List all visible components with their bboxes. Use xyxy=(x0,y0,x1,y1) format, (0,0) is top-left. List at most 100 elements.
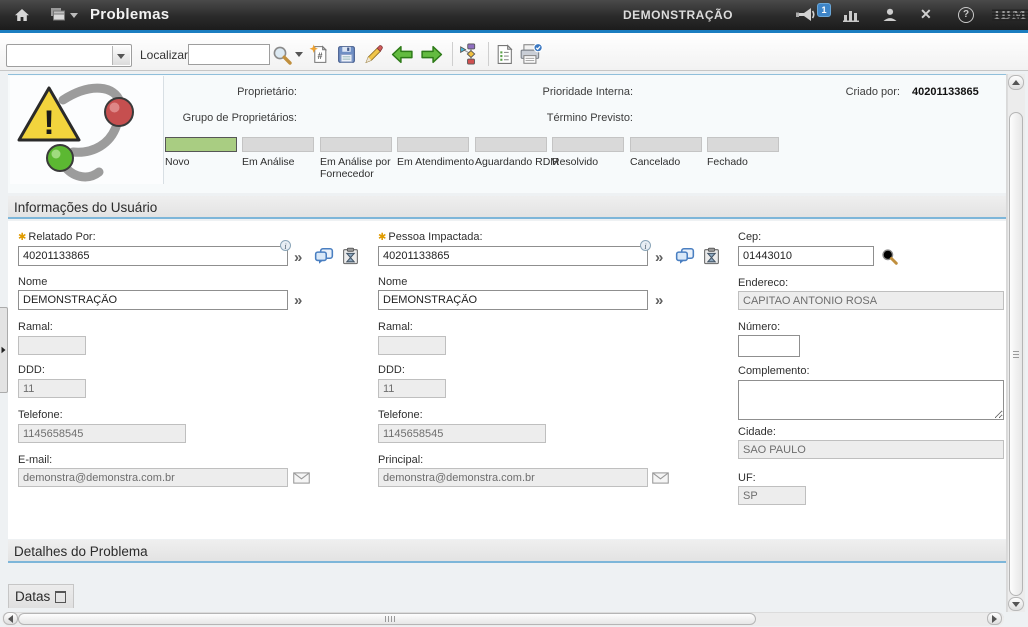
relatado-nome-input[interactable] xyxy=(18,290,288,310)
relatado-nome-label: Nome xyxy=(18,276,47,288)
workflow-stage-label: Fechado xyxy=(707,156,748,168)
current-user-label: DEMONSTRAÇÃO xyxy=(623,8,733,22)
comments-icon[interactable] xyxy=(314,247,334,270)
complemento-label: Complemento: xyxy=(738,365,810,377)
workflow-stage-box xyxy=(552,137,624,152)
notification-badge: 1 xyxy=(817,3,831,17)
home-icon[interactable] xyxy=(14,7,30,28)
workflow-stage-label: Aguardando RDM xyxy=(475,156,559,168)
titlebar: Problemas DEMONSTRAÇÃO 1 ✕ ? xyxy=(0,0,1028,30)
relatado-ramal-input[interactable] xyxy=(18,336,86,355)
relatado-por-detail-menu[interactable]: » xyxy=(294,250,302,265)
workflow-stage-label: Em Análise por Fornecedor xyxy=(320,156,394,180)
workflow-stage-box xyxy=(707,137,779,152)
ibm-logo: IBM xyxy=(994,6,1027,24)
search-caret-icon[interactable] xyxy=(295,52,303,57)
relatado-email-input[interactable] xyxy=(18,468,288,487)
svg-text:!: ! xyxy=(43,104,54,142)
relatado-ddd-label: DDD: xyxy=(18,364,45,376)
grupo-proprietarios-label: Grupo de Proprietários: xyxy=(150,112,297,124)
signout-close-icon[interactable]: ✕ xyxy=(920,7,932,21)
impactada-ramal-input[interactable] xyxy=(378,336,446,355)
impactada-telefone-input[interactable] xyxy=(378,424,546,443)
relatado-ddd-input[interactable] xyxy=(18,379,86,398)
status-graphic: ! xyxy=(10,76,164,184)
horizontal-scrollbar-thumb[interactable] xyxy=(18,613,756,625)
clear-changes-icon[interactable] xyxy=(363,44,384,70)
workflow-stage-box xyxy=(320,137,392,152)
relatado-telefone-input[interactable] xyxy=(18,424,186,443)
numero-input[interactable] xyxy=(738,335,800,357)
comments-icon[interactable] xyxy=(675,247,695,270)
pessoa-impactada-detail-menu[interactable]: » xyxy=(655,250,663,265)
scroll-down-button[interactable] xyxy=(1008,597,1024,611)
localizar-input[interactable] xyxy=(188,44,270,65)
email-icon[interactable] xyxy=(293,471,310,489)
next-record-icon[interactable] xyxy=(420,44,443,70)
cep-search-icon[interactable] xyxy=(881,248,898,270)
section-informacoes-usuario[interactable]: Informações do Usuário xyxy=(8,196,1006,219)
tab-datas[interactable]: Datas xyxy=(8,584,74,608)
impactada-nome-input[interactable] xyxy=(378,290,648,310)
complemento-textarea[interactable] xyxy=(738,380,1004,420)
workflow-stage-box xyxy=(242,137,314,152)
workflow-stage-label: Em Análise xyxy=(242,156,295,168)
search-icon[interactable] xyxy=(272,45,292,70)
impactada-principal-label: Principal: xyxy=(378,454,423,466)
required-marker: ✱ xyxy=(18,232,26,243)
profile-icon[interactable] xyxy=(882,7,898,28)
maximize-icon[interactable] xyxy=(55,591,66,603)
vertical-scrollbar-thumb[interactable] xyxy=(1009,112,1023,596)
termino-previsto-label: Término Previsto: xyxy=(495,112,633,124)
scroll-left-button[interactable] xyxy=(3,612,18,625)
record-select-combobox[interactable] xyxy=(6,44,132,67)
email-icon[interactable] xyxy=(652,471,669,489)
info-icon[interactable]: i xyxy=(640,240,651,251)
uf-label: UF: xyxy=(738,472,756,484)
section-detalhes-problema[interactable]: Detalhes do Problema xyxy=(8,540,1006,563)
impactada-nome-detail-menu[interactable]: » xyxy=(655,293,663,308)
page-title: Problemas xyxy=(90,6,169,23)
toolbar-separator xyxy=(452,42,453,66)
help-icon[interactable]: ? xyxy=(958,7,974,23)
relatado-por-input[interactable] xyxy=(18,246,288,266)
workflow-stage-box xyxy=(165,137,237,152)
impactada-principal-input[interactable] xyxy=(378,468,648,487)
uf-input[interactable] xyxy=(738,486,806,505)
criado-por-label: Criado por: xyxy=(843,86,900,98)
impactada-ddd-input[interactable] xyxy=(378,379,446,398)
relatado-telefone-label: Telefone: xyxy=(18,409,63,421)
announcements-icon[interactable] xyxy=(795,7,817,28)
combobox-caret-button[interactable] xyxy=(112,46,130,65)
toolbar-separator xyxy=(488,42,489,66)
previous-record-icon[interactable] xyxy=(391,44,414,70)
cidade-label: Cidade: xyxy=(738,426,776,438)
run-reports-icon[interactable] xyxy=(494,44,515,70)
print-icon[interactable] xyxy=(519,43,543,70)
cidade-input[interactable] xyxy=(738,440,1004,459)
workflow-stage-label: Novo xyxy=(165,156,190,168)
relatado-email-label: E-mail: xyxy=(18,454,52,466)
route-workflow-icon[interactable] xyxy=(459,43,483,70)
endereco-input[interactable] xyxy=(738,291,1004,310)
workflow-stage-box xyxy=(397,137,469,152)
clipboard-history-icon[interactable] xyxy=(702,247,721,270)
scroll-up-button[interactable] xyxy=(1008,75,1024,90)
clipboard-history-icon[interactable] xyxy=(341,247,360,270)
relatado-nome-detail-menu[interactable]: » xyxy=(294,293,302,308)
pessoa-impactada-input[interactable] xyxy=(378,246,648,266)
new-record-icon[interactable]: # xyxy=(309,44,330,70)
workflow-stage-label: Cancelado xyxy=(630,156,680,168)
reports-chart-icon[interactable] xyxy=(843,8,860,27)
goto-caret-icon[interactable] xyxy=(70,13,78,18)
save-icon[interactable] xyxy=(336,44,357,70)
goto-apps-icon[interactable] xyxy=(50,7,66,28)
scroll-right-button[interactable] xyxy=(987,612,1002,625)
workflow-stage-label: Resolvido xyxy=(552,156,598,168)
info-icon[interactable]: i xyxy=(280,240,291,251)
criado-por-value: 40201133865 xyxy=(912,86,979,98)
impactada-ramal-label: Ramal: xyxy=(378,321,413,333)
cep-input[interactable] xyxy=(738,246,874,266)
proprietario-label: Proprietário: xyxy=(165,86,297,98)
sidebar-splitter-handle[interactable] xyxy=(0,307,8,393)
